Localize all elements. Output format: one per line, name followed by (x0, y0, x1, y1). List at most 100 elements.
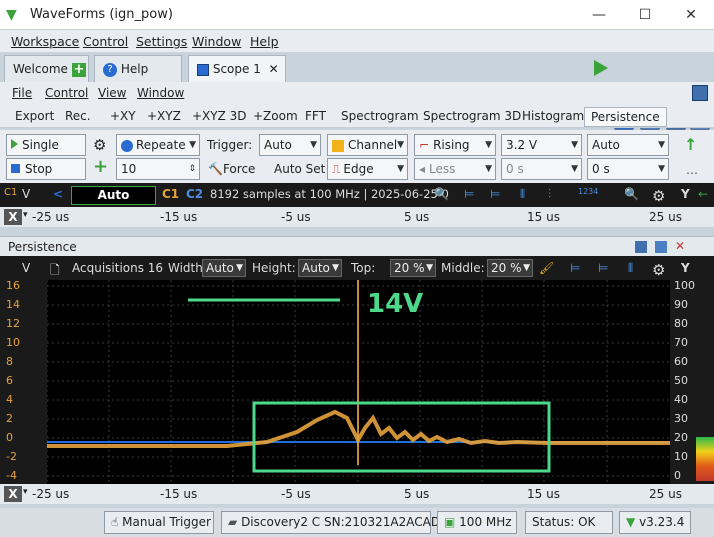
x-tick: -25 us (32, 487, 70, 501)
chevron-left-icon[interactable]: < (53, 187, 63, 201)
main-menu: Workspace Control Settings Window Help (0, 30, 714, 52)
chevron-down-icon: ▼ (426, 263, 433, 273)
repeat-mode-select[interactable]: Repeate ▼ (116, 134, 200, 156)
force-trigger-button[interactable]: 🔨Force (208, 159, 255, 179)
manual-trigger-button[interactable]: ☝ Manual Trigger (104, 511, 214, 534)
scope-menu-control[interactable]: Control (45, 86, 88, 100)
stepper-icon[interactable]: ⇕ (188, 159, 196, 179)
acquisition-count-input[interactable]: 10 ⇕ (116, 158, 200, 180)
cursor-h-icon[interactable]: ⊨ (490, 187, 500, 201)
menu-control[interactable]: Control (83, 34, 128, 49)
more-icon[interactable]: … (686, 160, 698, 180)
stop-button[interactable]: Stop (6, 158, 86, 180)
close-tab-icon[interactable]: ✕ (269, 62, 279, 76)
spectrogram3d-button[interactable]: Spectrogram 3D (423, 109, 521, 123)
measure-icon[interactable]: ⫴ (520, 187, 525, 202)
menu-workspace[interactable]: Workspace (11, 34, 79, 49)
record-button[interactable]: Rec. (65, 109, 91, 123)
status-button[interactable]: Status: OK (525, 511, 613, 534)
arrow-up-icon[interactable]: ↑ (684, 135, 697, 155)
spectrogram-button[interactable]: Spectrogram (341, 109, 419, 123)
minimize-panel-icon[interactable] (635, 241, 647, 253)
close-panel-icon[interactable]: ✕ (675, 239, 685, 253)
cursor-h-icon[interactable]: ⊨ (598, 261, 608, 275)
y-axis-left[interactable]: 16 14 12 10 8 6 4 2 0 -2 -4 (0, 279, 47, 484)
x-axis-button[interactable]: X (4, 486, 22, 502)
gear-icon[interactable]: ⚙ (652, 187, 665, 205)
trigger-filter-select[interactable]: ◂ Less ▼ (414, 158, 496, 180)
run-icon[interactable] (594, 60, 608, 76)
y-tick: 40 (674, 393, 688, 406)
brush-icon[interactable]: 🖌 (539, 261, 554, 275)
histogram-button[interactable]: Histogram (522, 109, 584, 123)
persistence-button[interactable]: Persistence (584, 107, 667, 127)
menu-settings[interactable]: Settings (136, 34, 187, 49)
channel1-toggle[interactable]: C1 (162, 187, 179, 201)
y-axis-toggle[interactable]: Y (681, 261, 690, 275)
scope-menu-view[interactable]: View (98, 86, 126, 100)
menu-window[interactable]: Window (192, 34, 241, 49)
scope-menu-file[interactable]: File (12, 86, 32, 100)
height-select[interactable]: Auto ▼ (298, 259, 342, 277)
xy-button[interactable]: +XY (110, 109, 136, 123)
cursor-icon[interactable]: ⊨ (464, 187, 474, 201)
fft-button[interactable]: FFT (305, 109, 326, 123)
zoom-button[interactable]: +Zoom (253, 109, 298, 123)
export-button[interactable]: Export (15, 109, 54, 123)
numbered-cursor-icon[interactable]: 1234 (578, 187, 598, 196)
x-axis-button[interactable]: X (4, 209, 22, 225)
tab-help[interactable]: ? Help (94, 55, 182, 82)
maximize-button[interactable]: ☐ (622, 0, 668, 30)
holdoff-input[interactable]: 0 s ▼ (501, 158, 582, 180)
vertical-cursor-icon[interactable]: ⫶ (548, 187, 551, 202)
chevron-down-icon: ▼ (332, 263, 339, 273)
y-axis-right[interactable]: 100 90 80 70 60 50 40 30 20 10 0 (670, 279, 714, 484)
device-button[interactable]: ▰ Discovery2 C SN:210321A2ACAD (221, 511, 440, 534)
auto-timeout-select[interactable]: Auto ▼ (587, 134, 669, 156)
maximize-panel-icon[interactable] (655, 241, 667, 253)
clock-rate-button[interactable]: ▣ 100 MHz (437, 511, 517, 534)
chevron-down-icon: ▼ (236, 263, 243, 273)
auto-scale-button[interactable]: Auto (71, 186, 156, 205)
zoom-search-icon[interactable]: 🔍 (434, 187, 449, 201)
top-select[interactable]: 20 % ▼ (390, 259, 436, 277)
close-button[interactable]: ✕ (668, 0, 714, 30)
channel2-toggle[interactable]: C2 (186, 187, 203, 201)
gear-icon[interactable]: ⚙ (93, 135, 106, 155)
tab-scope[interactable]: Scope 1 ✕ (188, 55, 286, 82)
add-icon[interactable]: + (93, 157, 108, 177)
xyz3d-button[interactable]: +XYZ 3D (192, 109, 247, 123)
chevron-down-icon[interactable]: ▾ (23, 210, 28, 220)
trigger-type-select[interactable]: ⎍ Edge ▼ (327, 158, 408, 180)
trigger-source-select[interactable]: Channel ▼ (327, 134, 408, 156)
menu-help[interactable]: Help (250, 34, 279, 49)
cursor-icon[interactable]: ⊨ (570, 261, 580, 275)
source-value: Channel (348, 138, 398, 152)
single-button[interactable]: Single (6, 134, 86, 156)
y-axis-toggle[interactable]: Y (681, 187, 690, 201)
auto-set-button[interactable]: Auto Set (274, 159, 325, 179)
y-tick: 8 (6, 355, 13, 368)
search-icon[interactable]: 🔍 (624, 187, 639, 201)
middle-select[interactable]: 20 % ▼ (487, 259, 533, 277)
plus-icon[interactable]: + (71, 62, 86, 77)
arrow-left-icon[interactable]: ← (698, 187, 708, 201)
xyz-button[interactable]: +XYZ (147, 109, 181, 123)
minimize-button[interactable]: — (576, 0, 622, 30)
version-button[interactable]: ▼ v3.23.4 (619, 511, 691, 534)
restore-icon[interactable] (692, 85, 708, 101)
width-select[interactable]: Auto ▼ (202, 259, 246, 277)
measure-icon[interactable]: ⫴ (628, 261, 633, 276)
x-tick: -15 us (160, 487, 198, 501)
scope-menu-window[interactable]: Window (137, 86, 184, 100)
trigger-mode-select[interactable]: Auto ▼ (259, 134, 321, 156)
tab-welcome[interactable]: Welcome + (4, 55, 89, 82)
trigger-position-input[interactable]: 0 s ▼ (587, 158, 669, 180)
trigger-condition-select[interactable]: ⌐ Rising ▼ (414, 134, 496, 156)
trigger-level-input[interactable]: 3.2 V ▼ (501, 134, 582, 156)
persistence-plot[interactable]: 14V (46, 280, 670, 484)
chevron-down-icon[interactable]: ▾ (23, 487, 28, 497)
document-icon[interactable]: 🗋 (50, 261, 60, 282)
gear-icon[interactable]: ⚙ (652, 261, 665, 279)
splitter[interactable] (0, 227, 714, 236)
